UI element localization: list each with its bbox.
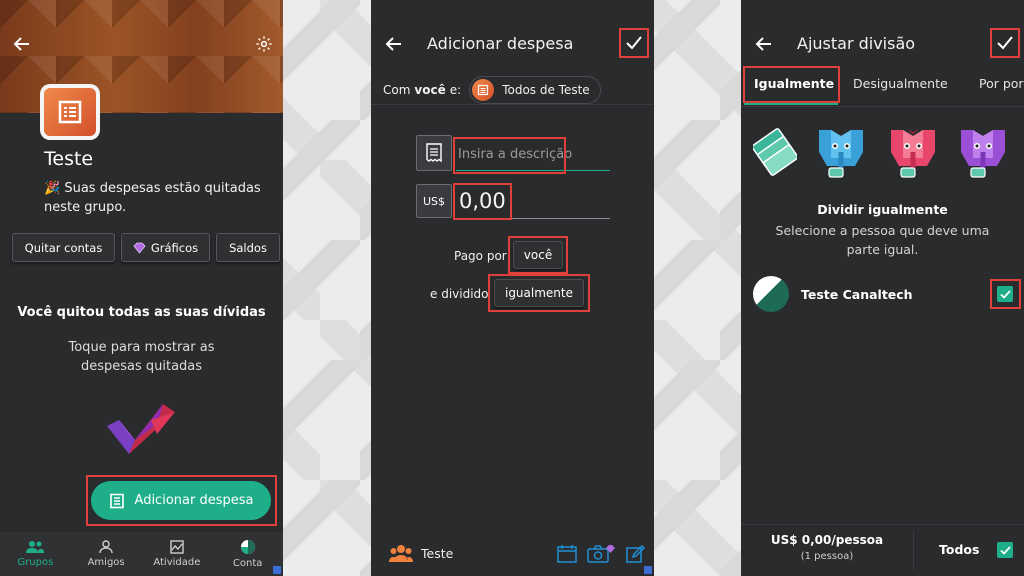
nav-account[interactable]: Conta [213, 539, 283, 569]
arrow-left-icon [755, 37, 771, 51]
check-icon [626, 36, 642, 50]
date-button[interactable] [555, 542, 579, 566]
save-button[interactable] [990, 28, 1020, 58]
footer-group-name: Teste [421, 546, 454, 561]
receipt-icon [478, 84, 489, 96]
group-screen: Teste 🎉 Suas despesas estão quitadas nes… [0, 0, 283, 576]
group-chip-label: Todos de Teste [502, 83, 590, 97]
group-title: Teste [44, 148, 94, 170]
show-settled-link[interactable]: Toque para mostrar as despesas quitadas [50, 338, 233, 376]
screen-title: Ajustar divisão [797, 34, 916, 53]
settled-status: 🎉 Suas despesas estão quitadas neste gru… [44, 179, 274, 217]
gear-icon [256, 36, 272, 52]
elephant-pink-icon [891, 129, 935, 178]
select-all-label: Todos [939, 542, 980, 557]
diamond-icon [133, 242, 146, 254]
camera-icon [587, 545, 615, 563]
divider [741, 106, 1024, 107]
highlight-box [508, 236, 568, 274]
with-you: você [414, 83, 446, 97]
app-bar: Adicionar despesa [371, 0, 654, 86]
with-suffix: e: [449, 83, 462, 97]
expense-footer: Teste [371, 532, 654, 576]
select-all-checkbox[interactable] [997, 542, 1013, 558]
adjust-split-screen: Ajustar divisão Igualmente Desigualmente… [741, 0, 1024, 576]
highlight-box [488, 274, 590, 312]
highlight-box [453, 183, 512, 220]
settled-title: Você quitou todas as suas dívidas [17, 305, 266, 320]
group-icon [26, 541, 45, 553]
member-row[interactable]: Teste Canaltech [753, 276, 913, 312]
category-button[interactable] [416, 135, 452, 171]
group-chip-avatar [472, 79, 495, 101]
elephant-blue-icon [819, 130, 863, 178]
highlight-box [453, 137, 566, 174]
party-emoji: 🎉 [44, 181, 61, 196]
member-name: Teste Canaltech [801, 286, 913, 302]
group-icon [389, 545, 413, 562]
checkmark-illustration [107, 404, 175, 454]
nav-groups[interactable]: Grupos [0, 540, 70, 568]
back-button[interactable] [382, 32, 406, 56]
person-icon [99, 540, 113, 554]
screen-title: Adicionar despesa [427, 34, 574, 53]
save-button[interactable] [619, 28, 649, 58]
nav-activity[interactable]: Atividade [142, 540, 212, 568]
settle-up-label: Quitar contas [24, 240, 103, 255]
footer-divider [913, 530, 914, 570]
arrow-left-icon [385, 37, 401, 51]
nav-account-label: Conta [232, 558, 263, 569]
add-expense-screen: Adicionar despesa Com você e: Todos de T… [371, 0, 654, 576]
activity-icon [170, 540, 184, 554]
receipt-icon [58, 100, 82, 124]
notes-button[interactable] [624, 542, 648, 566]
banknotes-icon [753, 128, 797, 176]
participants-row: Com você e: Todos de Teste [383, 76, 601, 104]
highlight-box [86, 475, 277, 526]
per-person-summary: US$ 0,00/pessoa (1 pessoa) [741, 533, 913, 562]
arrow-left-icon [13, 37, 29, 51]
paid-by-label: Pago por [454, 249, 507, 263]
charts-label: Gráficos [150, 240, 199, 255]
per-person-amount: US$ 0,00/pessoa [770, 533, 884, 547]
nav-friends-label: Amigos [87, 557, 125, 568]
tab-unequally[interactable]: Desigualmente [853, 76, 948, 91]
settled-status-text: Suas despesas estão quitadas neste grupo… [44, 181, 261, 215]
calendar-icon [557, 545, 577, 563]
tab-percentage[interactable]: Por porcentagem [979, 76, 1024, 91]
back-button[interactable] [752, 32, 776, 56]
bottom-nav: Grupos Amigos Atividade Conta [0, 532, 283, 576]
charts-button[interactable]: Gráficos [121, 233, 210, 262]
split-heading: Dividir igualmente [817, 202, 948, 217]
split-description: Selecione a pessoa que deve uma parte ig… [775, 223, 990, 257]
nav-groups-label: Grupos [17, 557, 54, 568]
avatar [753, 276, 789, 312]
group-chip[interactable]: Todos de Teste [469, 76, 601, 104]
group-avatar [40, 84, 100, 140]
highlight-box [743, 66, 840, 103]
with-prefix: Com [383, 83, 411, 97]
divider [371, 104, 654, 105]
currency-label: US$ [422, 194, 446, 208]
edit-note-icon [626, 545, 646, 563]
person-count: (1 pessoa) [800, 551, 854, 562]
settle-up-button[interactable]: Quitar contas [12, 233, 115, 262]
photo-button[interactable] [587, 542, 615, 566]
balances-label: Saldos [229, 240, 267, 255]
account-icon [240, 540, 255, 554]
balances-button[interactable]: Saldos [216, 233, 280, 262]
currency-button[interactable]: US$ [416, 184, 452, 218]
elephant-purple-icon [961, 130, 1005, 178]
corner-marker [273, 566, 281, 574]
check-icon [999, 545, 1011, 555]
receipt-icon [426, 143, 442, 163]
back-button[interactable] [10, 32, 34, 56]
nav-friends[interactable]: Amigos [71, 540, 141, 568]
check-icon [997, 36, 1013, 50]
highlight-box [990, 279, 1021, 309]
nav-activity-label: Atividade [153, 557, 201, 568]
corner-marker [644, 566, 652, 574]
split-label: e dividido [430, 287, 489, 301]
settings-button[interactable] [252, 32, 276, 56]
